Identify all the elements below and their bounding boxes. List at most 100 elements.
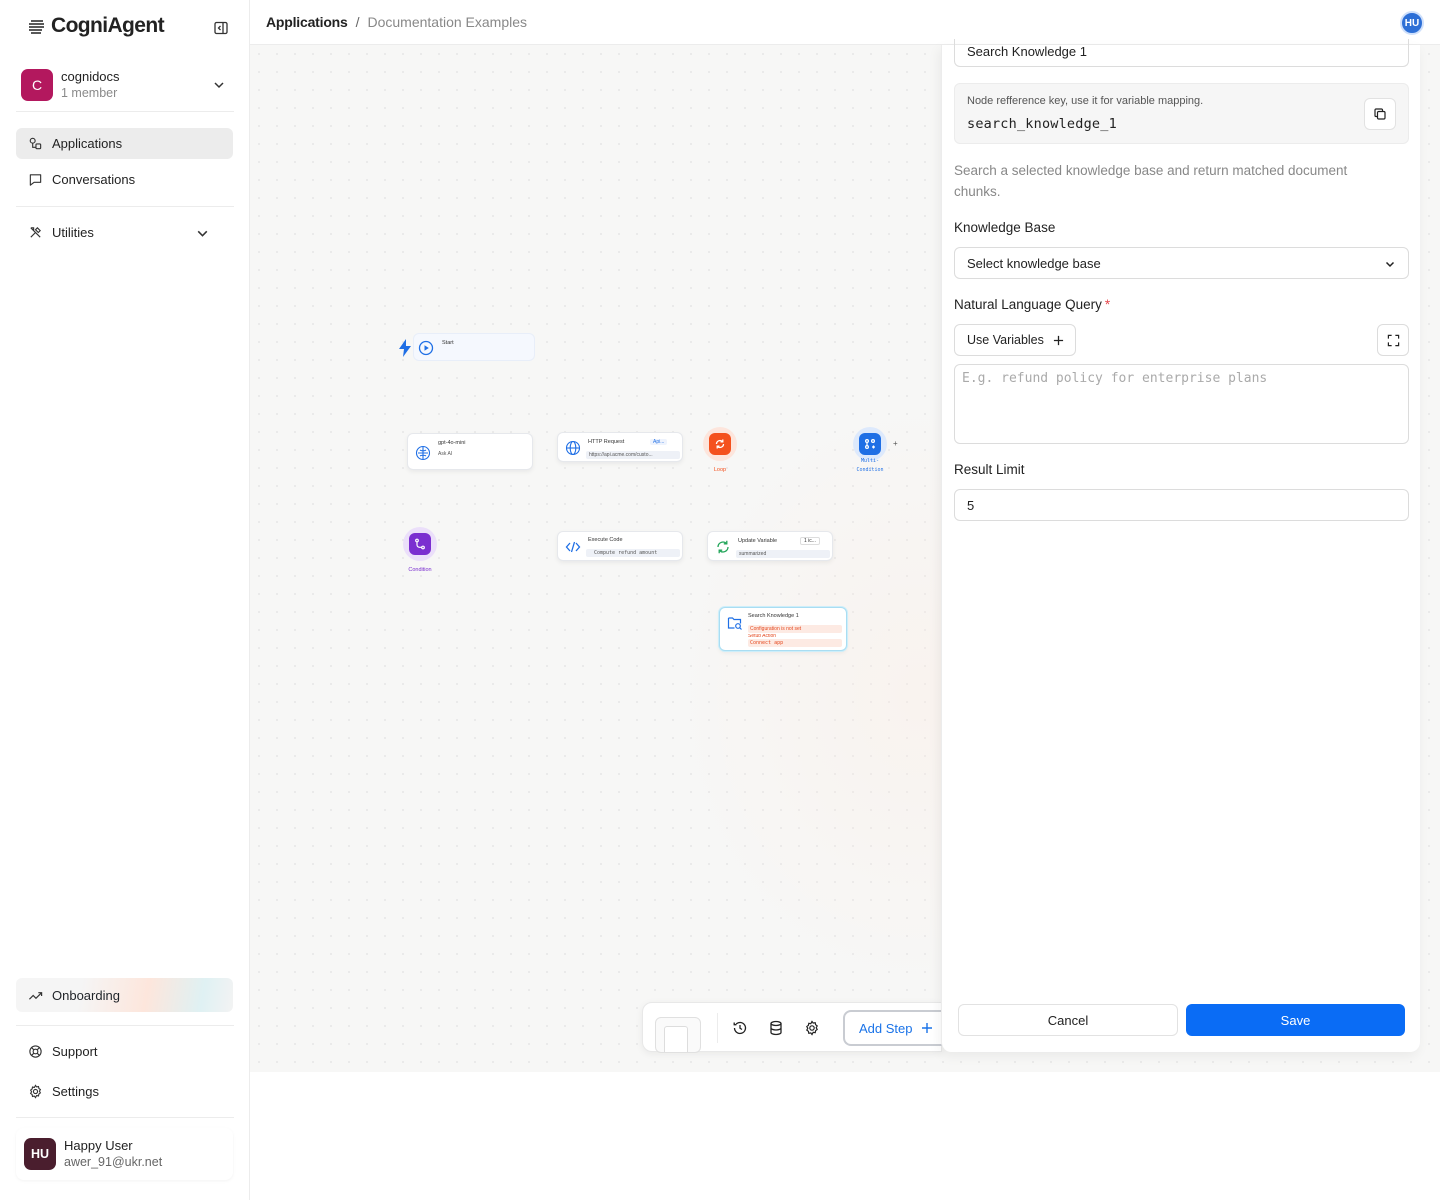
node-condition[interactable] bbox=[403, 527, 437, 561]
sidebar-item-label: Conversations bbox=[52, 172, 136, 187]
add-step-label: Add Step bbox=[859, 1020, 913, 1036]
query-textarea[interactable]: E.g. refund policy for enterprise plans bbox=[954, 364, 1409, 444]
globe-icon bbox=[565, 440, 581, 456]
sidebar-item-applications[interactable]: Applications bbox=[16, 128, 233, 159]
route-icon bbox=[415, 538, 425, 550]
node-label: Multi- bbox=[860, 458, 880, 464]
minimap[interactable] bbox=[655, 1017, 701, 1053]
lifebuoy-icon bbox=[29, 1045, 42, 1058]
sidebar-item-onboarding[interactable]: Onboarding bbox=[16, 978, 233, 1012]
support-label: Support bbox=[52, 1044, 98, 1059]
workspace-name: cognidocs bbox=[61, 69, 120, 84]
divider bbox=[16, 206, 234, 207]
node-title: Execute Code bbox=[588, 537, 623, 543]
canvas-toolbar: Add Step bbox=[642, 1002, 943, 1053]
gear-icon[interactable] bbox=[804, 1020, 820, 1036]
plus-icon bbox=[1053, 335, 1063, 345]
node-badge: 1 ic... bbox=[800, 537, 820, 545]
trending-up-icon bbox=[28, 991, 43, 1000]
node-warning: Configuration is not set bbox=[748, 625, 842, 633]
breadcrumb-current: Documentation Examples bbox=[367, 14, 528, 30]
shapes-icon bbox=[29, 137, 42, 150]
reference-key-label: Node refference key, use it for variable… bbox=[967, 95, 1204, 107]
sidebar-item-label: Applications bbox=[52, 136, 123, 151]
node-ask-ai[interactable]: gpt-4o-mini Ask AI bbox=[407, 433, 533, 470]
node-subtitle: Ask AI bbox=[438, 451, 453, 457]
node-badge: Api... bbox=[650, 439, 668, 445]
database-icon[interactable] bbox=[768, 1020, 784, 1036]
node-http-request[interactable]: HTTP Request Api... https://api.acme.com… bbox=[557, 432, 683, 462]
node-title: Search Knowledge 1 bbox=[748, 613, 799, 619]
node-update-variable[interactable]: Update Variable 1 ic... summarized bbox=[707, 531, 833, 561]
sidebar-item-label: Utilities bbox=[52, 225, 94, 240]
divider bbox=[717, 1013, 718, 1043]
knowledge-base-select[interactable]: Select knowledge base bbox=[954, 247, 1409, 279]
settings-label: Settings bbox=[52, 1084, 99, 1099]
lightning-icon bbox=[399, 339, 411, 357]
sidebar-item-settings[interactable]: Settings bbox=[16, 1076, 233, 1107]
breadcrumb-applications[interactable]: Applications bbox=[266, 14, 348, 30]
header-avatar[interactable]: HU bbox=[1400, 11, 1424, 35]
breadcrumb: Applications / Documentation Examples bbox=[266, 14, 527, 30]
chevron-down-icon bbox=[214, 82, 224, 89]
chevron-down-icon bbox=[1385, 261, 1395, 268]
use-variables-label: Use Variables bbox=[967, 333, 1044, 347]
step-config-panel: Search Knowledge 1 Node refference key, … bbox=[941, 39, 1420, 1052]
user-email: awer_91@ukr.net bbox=[64, 1155, 163, 1169]
divider bbox=[16, 1117, 234, 1118]
node-label: Loop bbox=[713, 467, 727, 473]
sidebar-item-support[interactable]: Support bbox=[16, 1036, 233, 1067]
step-description: Search a selected knowledge base and ret… bbox=[954, 163, 1348, 199]
brand-logo[interactable]: CogniAgent bbox=[27, 14, 165, 38]
step-name-input[interactable]: Search Knowledge 1 bbox=[954, 39, 1409, 67]
chevron-down-icon bbox=[197, 230, 208, 237]
node-title: Start bbox=[442, 340, 454, 346]
add-branch-icon[interactable]: + bbox=[893, 439, 898, 448]
node-subtitle: https://api.acme.com/custo... bbox=[586, 451, 680, 459]
brain-icon bbox=[415, 445, 431, 461]
node-loop[interactable] bbox=[703, 427, 737, 461]
query-label-text: Natural Language Query bbox=[954, 297, 1102, 312]
divider bbox=[16, 1025, 234, 1026]
knowledge-base-value: Select knowledge base bbox=[967, 256, 1101, 271]
query-label: Natural Language Query * bbox=[954, 297, 1110, 312]
use-variables-button[interactable]: Use Variables bbox=[954, 324, 1076, 356]
node-title: Update Variable bbox=[738, 538, 778, 544]
node-execute-code[interactable]: Execute Code Compute refund amount bbox=[557, 531, 683, 561]
maximize-icon bbox=[1387, 334, 1399, 346]
app-root: CogniAgent C cognidocs 1 member Applicat… bbox=[0, 0, 1440, 1200]
copy-icon bbox=[1374, 108, 1386, 120]
node-subtitle: summarized bbox=[736, 550, 830, 558]
node-title: gpt-4o-mini bbox=[438, 440, 466, 446]
sidebar-item-utilities[interactable]: Utilities bbox=[16, 217, 233, 248]
node-warning: Connect app bbox=[748, 639, 842, 647]
brand-logo-icon bbox=[29, 20, 44, 34]
user-menu[interactable]: HU Happy User awer_91@ukr.net bbox=[16, 1128, 233, 1180]
code-icon bbox=[565, 541, 581, 553]
git-branch-plus-icon bbox=[865, 439, 875, 449]
tools-icon bbox=[30, 227, 41, 238]
workspace-switcher[interactable]: C cognidocs 1 member bbox=[16, 62, 234, 108]
add-step-button[interactable]: Add Step bbox=[843, 1010, 943, 1046]
save-button[interactable]: Save bbox=[1186, 1004, 1405, 1036]
divider bbox=[16, 111, 234, 112]
copy-button[interactable] bbox=[1364, 98, 1396, 130]
expand-editor-button[interactable] bbox=[1377, 324, 1409, 356]
node-multi-condition[interactable] bbox=[853, 427, 887, 461]
folder-search-icon bbox=[727, 617, 742, 630]
node-start[interactable]: Start bbox=[413, 333, 535, 361]
plus-icon bbox=[921, 1023, 932, 1033]
workspace-members: 1 member bbox=[61, 86, 118, 100]
history-icon[interactable] bbox=[732, 1020, 748, 1036]
reference-key-value: search_knowledge_1 bbox=[967, 116, 1117, 132]
required-mark: * bbox=[1104, 297, 1111, 312]
sidebar-collapse-icon[interactable] bbox=[213, 20, 229, 36]
node-search-knowledge[interactable]: Search Knowledge 1 Configuration is not … bbox=[719, 607, 847, 651]
sidebar-item-conversations[interactable]: Conversations bbox=[16, 164, 233, 195]
cancel-button[interactable]: Cancel bbox=[958, 1004, 1178, 1036]
avatar: HU bbox=[24, 1138, 56, 1170]
node-subtitle: Compute refund amount bbox=[586, 549, 680, 557]
result-limit-input[interactable]: 5 bbox=[954, 489, 1409, 521]
workspace-avatar: C bbox=[21, 69, 53, 101]
breadcrumb-separator: / bbox=[355, 14, 360, 30]
